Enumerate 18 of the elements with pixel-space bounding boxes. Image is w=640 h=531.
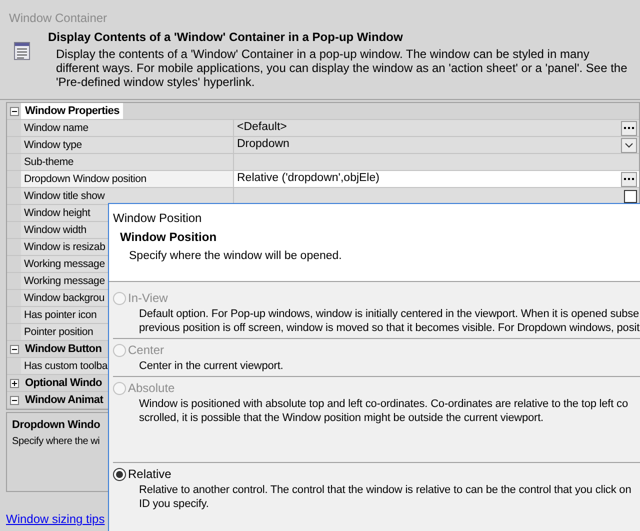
property-value: Dropdown bbox=[237, 137, 290, 152]
dialog-heading: Window Position bbox=[119, 229, 218, 246]
header-description: Display the contents of a 'Window' Container in a pop-up window. The window can be styled in many different ways. For mobile applications, you can display the window as an 'action sheet' or a 'panel'. See the 'Pre-defined window styles' hyperlink. bbox=[55, 46, 628, 89]
property-value: Relative ('dropdown',objEle) bbox=[237, 171, 380, 186]
option-description: scrolled, it is possible that the Window position might be outside the current viewport. bbox=[138, 411, 545, 425]
property-value: <Default> bbox=[237, 120, 288, 136]
option-description: Center in the current viewport. bbox=[138, 359, 284, 373]
dialog-title: Window Position bbox=[113, 210, 203, 227]
option-description: Default option. For Pop-up windows, window is initially centered in the viewport. When it is opened subse bbox=[138, 307, 640, 321]
window-title: Window Container bbox=[8, 10, 108, 27]
header-title: Display Contents of a 'Window' Container in a Pop-up Window bbox=[48, 30, 404, 45]
option-description: previous position is off screen, window is moved so that it becomes visible. For Dropdown windows, posit bbox=[138, 321, 640, 335]
option-description: Window is positioned with absolute top and left co-ordinates. Co-ordinates are relative to the top left co bbox=[138, 397, 629, 411]
option-description: ID you specify. bbox=[138, 497, 210, 511]
option-description: Relative to another control. The control that the window is relative to can be the control that you click on bbox=[138, 483, 632, 497]
description-text: Specify where the wi bbox=[12, 434, 100, 448]
dialog-subheading: Specify where the window will be opened. bbox=[128, 249, 343, 264]
description-title: Dropdown Windo bbox=[12, 418, 100, 433]
